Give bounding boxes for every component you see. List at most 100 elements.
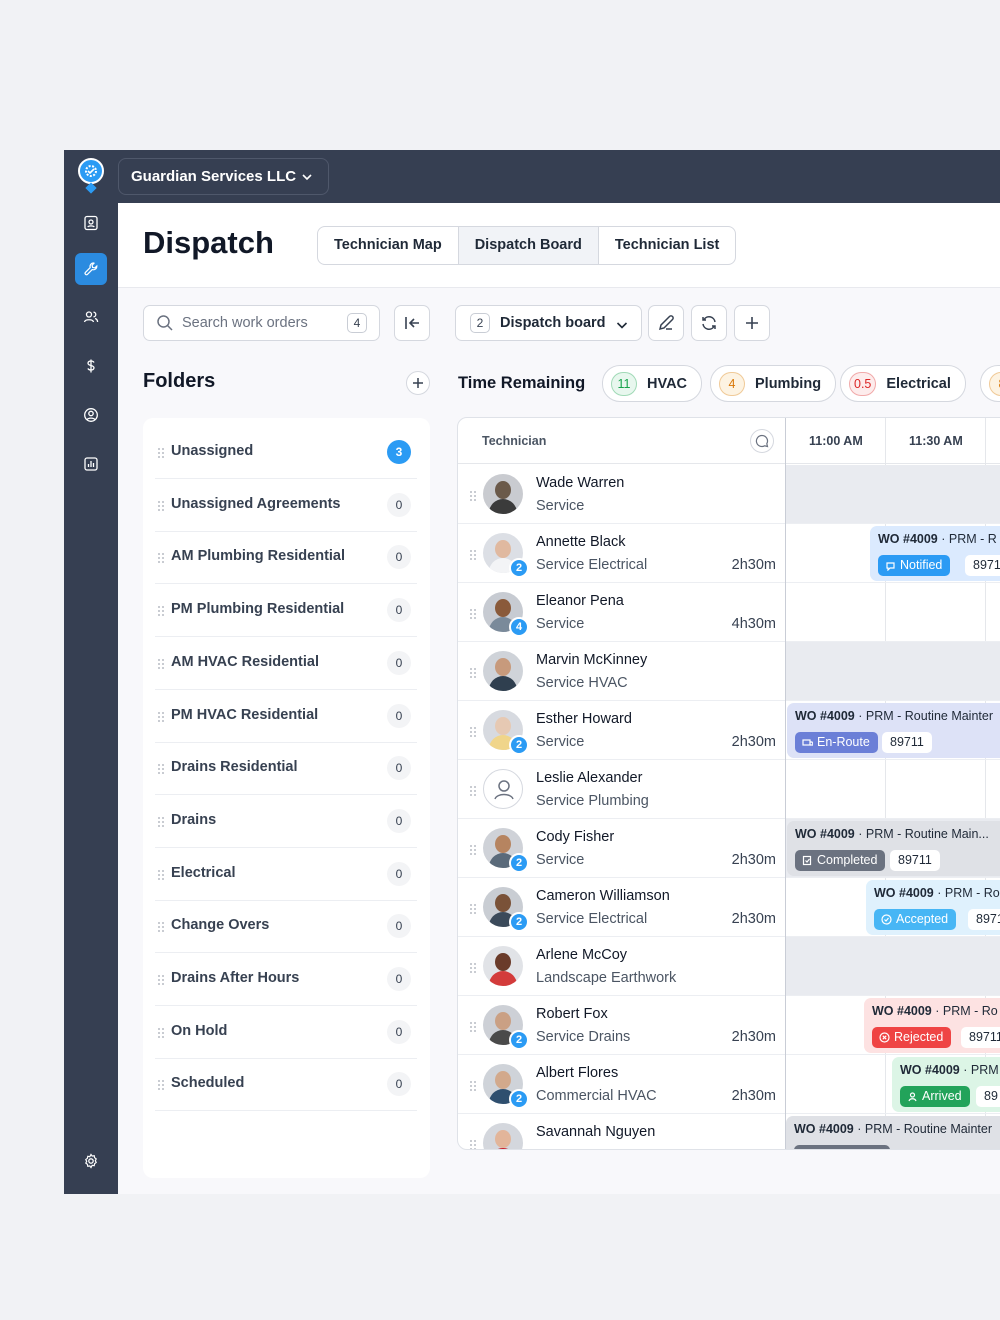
technician-time-remaining: 2h30m (731, 911, 776, 927)
company-selector[interactable]: Guardian Services LLC (118, 158, 329, 195)
drag-handle-icon[interactable] (157, 1079, 165, 1091)
drag-handle-icon[interactable] (469, 549, 477, 561)
sidebar-item-customers[interactable] (75, 301, 107, 333)
work-order-description: · PRM - Routine Mainter (853, 1122, 992, 1136)
schedule-lane[interactable] (786, 465, 1000, 524)
technician-row[interactable]: 2 Esther Howard Service 2h30m (458, 701, 785, 760)
folder-item[interactable]: Electrical 0 (155, 848, 417, 901)
drag-handle-icon[interactable] (157, 974, 165, 986)
work-order-number: WO #4009 (900, 1063, 960, 1077)
drag-handle-icon[interactable] (469, 667, 477, 679)
sidebar-item-billing[interactable] (75, 350, 107, 382)
time-slot-header: 11:30 AM (909, 434, 963, 448)
folder-item[interactable]: Unassigned 3 (155, 426, 417, 479)
work-order-card[interactable]: WO #4009 · PRM - Ro Rejected 89711 (864, 998, 1000, 1053)
drag-handle-icon[interactable] (469, 490, 477, 502)
search-placeholder: Search work orders (182, 315, 308, 331)
sidebar-item-dispatch[interactable] (75, 253, 107, 285)
drag-handle-icon[interactable] (157, 605, 165, 617)
work-order-card[interactable]: WO #4009 · PRM - Routine Mainter (786, 1116, 1000, 1149)
edit-board-button[interactable] (648, 305, 684, 341)
technician-row[interactable]: Arlene McCoy Landscape Earthwork (458, 937, 785, 996)
drag-handle-icon[interactable] (469, 962, 477, 974)
drag-handle-icon[interactable] (157, 921, 165, 933)
work-order-card[interactable]: WO #4009 · PRM - Routine Main... Complete… (787, 821, 1000, 876)
schedule-lane[interactable] (786, 760, 1000, 819)
technician-row[interactable]: 4 Eleanor Pena Service 4h30m (458, 583, 785, 642)
folder-item[interactable]: Drains After Hours 0 (155, 953, 417, 1006)
drag-handle-icon[interactable] (157, 711, 165, 723)
sidebar-item-contacts[interactable] (75, 207, 107, 239)
refresh-button[interactable] (691, 305, 727, 341)
schedule-lane[interactable] (786, 937, 1000, 996)
drag-handle-icon[interactable] (469, 903, 477, 915)
status-badge: Arrived (900, 1086, 970, 1107)
app-logo-icon[interactable] (78, 158, 104, 184)
tab-technician-map[interactable]: Technician Map (318, 227, 459, 264)
dispatch-board-select[interactable]: 2 Dispatch board (455, 305, 642, 341)
collapse-panel-button[interactable] (394, 305, 430, 341)
folder-item[interactable]: Drains 0 (155, 795, 417, 848)
check-circle-icon (881, 914, 892, 925)
trade-filter-hvac[interactable]: 11 HVAC (602, 365, 703, 402)
drag-handle-icon[interactable] (157, 500, 165, 512)
trade-filter-more[interactable]: 8 (980, 365, 1000, 402)
add-folder-button[interactable] (406, 371, 430, 395)
trade-filter-electrical[interactable]: 0.5 Electrical (840, 365, 966, 402)
drag-handle-icon[interactable] (157, 816, 165, 828)
schedule-lane[interactable] (786, 583, 1000, 642)
technician-time-remaining: 2h30m (731, 557, 776, 573)
folder-item[interactable]: On Hold 0 (155, 1006, 417, 1059)
folder-item[interactable]: Drains Residential 0 (155, 742, 417, 796)
technician-row[interactable]: 2 Cody Fisher Service 2h30m (458, 819, 785, 878)
technician-row[interactable]: 2 Cameron Williamson Service Electrical 2h3… (458, 878, 785, 937)
technician-row[interactable]: 2 Annette Black Service Electrical 2h30m (458, 524, 785, 583)
folder-item[interactable]: PM HVAC Residential 0 (155, 690, 417, 743)
folder-item[interactable]: AM HVAC Residential 0 (155, 637, 417, 690)
drag-handle-icon[interactable] (157, 1027, 165, 1039)
drag-handle-icon[interactable] (157, 869, 165, 881)
work-order-card[interactable]: WO #4009 · PRM Arrived 89 (892, 1057, 1000, 1112)
drag-handle-icon[interactable] (469, 1080, 477, 1092)
work-order-card[interactable]: WO #4009 · PRM - Ro Accepted 8971 (866, 880, 1000, 935)
sidebar-item-profile[interactable] (75, 399, 107, 431)
folder-item[interactable]: PM Plumbing Residential 0 (155, 584, 417, 638)
sidebar-item-settings[interactable] (75, 1145, 107, 1177)
technician-name: Esther Howard (536, 711, 632, 727)
folder-name: AM HVAC Residential (171, 653, 319, 670)
search-input[interactable]: Search work orders 4 (143, 305, 380, 341)
drag-handle-icon[interactable] (157, 658, 165, 670)
add-button[interactable] (734, 305, 770, 341)
folder-item[interactable]: Change Overs 0 (155, 900, 417, 954)
technician-row[interactable]: Leslie Alexander Service Plumbing (458, 760, 785, 819)
work-order-title: WO #4009 · PRM - Routine Mainter (794, 1122, 1000, 1136)
technician-row[interactable]: 2 Robert Fox Service Drains 2h30m (458, 996, 785, 1055)
drag-handle-icon[interactable] (469, 1021, 477, 1033)
drag-handle-icon[interactable] (469, 844, 477, 856)
technician-row[interactable]: 2 Albert Flores Commercial HVAC 2h30m (458, 1055, 785, 1114)
avatar (483, 651, 523, 691)
technician-chat-button[interactable] (750, 429, 774, 453)
drag-handle-icon[interactable] (157, 447, 165, 459)
folder-item[interactable]: AM Plumbing Residential 0 (155, 531, 417, 585)
drag-handle-icon[interactable] (469, 608, 477, 620)
tab-technician-list[interactable]: Technician List (599, 227, 735, 264)
trade-filter-plumbing[interactable]: 4 Plumbing (710, 365, 837, 402)
drag-handle-icon[interactable] (157, 763, 165, 775)
technician-row[interactable]: Marvin McKinney Service HVAC (458, 642, 785, 701)
folder-item[interactable]: Scheduled 0 (155, 1058, 417, 1112)
schedule-lane[interactable] (786, 642, 1000, 701)
drag-handle-icon[interactable] (469, 785, 477, 797)
technician-name: Albert Flores (536, 1065, 619, 1081)
work-order-card[interactable]: WO #4009 · PRM - Routine Mainter En-Route… (787, 703, 1000, 758)
work-order-number: WO #4009 (795, 827, 855, 841)
drag-handle-icon[interactable] (157, 552, 165, 564)
drag-handle-icon[interactable] (469, 1139, 477, 1150)
technician-row[interactable]: Wade Warren Service (458, 465, 785, 524)
drag-handle-icon[interactable] (469, 726, 477, 738)
folder-item[interactable]: Unassigned Agreements 0 (155, 479, 417, 532)
work-order-card[interactable]: WO #4009 · PRM - R Notified 8971 (870, 526, 1000, 581)
sidebar-item-reports[interactable] (75, 448, 107, 480)
technician-row[interactable]: Savannah Nguyen (458, 1114, 785, 1150)
tab-dispatch-board[interactable]: Dispatch Board (458, 227, 599, 264)
